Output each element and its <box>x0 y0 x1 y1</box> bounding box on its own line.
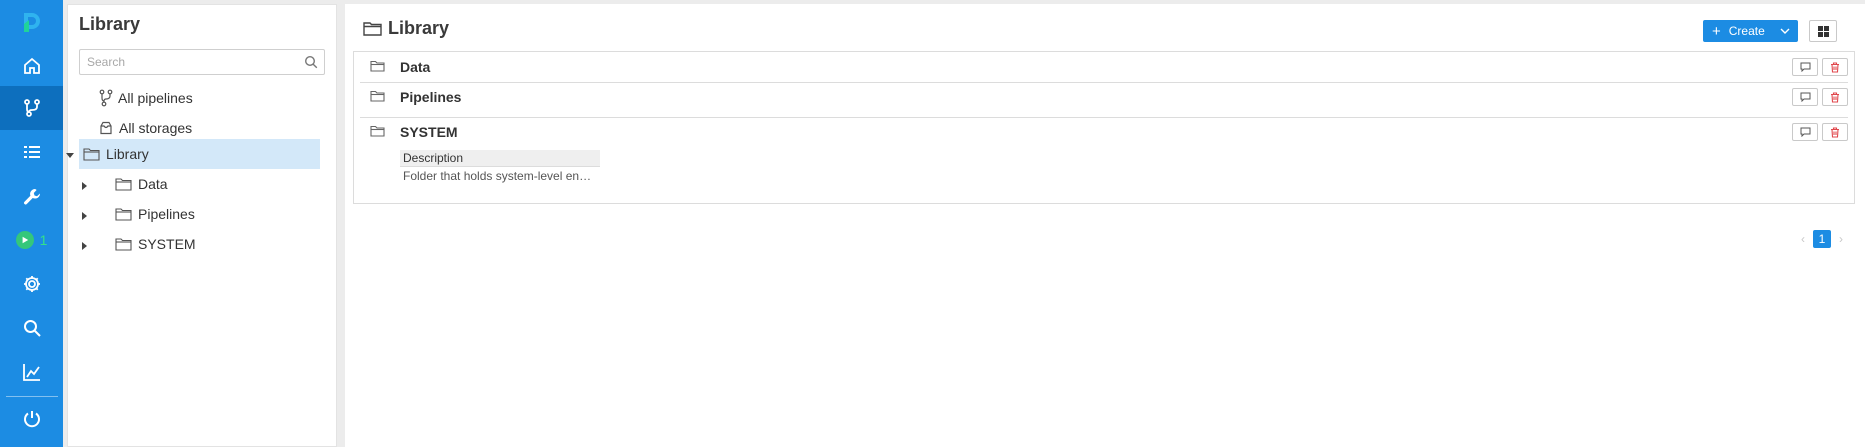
nav-rail: 1 <box>0 0 63 447</box>
storage-icon <box>100 121 112 135</box>
panel-resizer[interactable] <box>339 0 343 447</box>
tree-item-library[interactable]: Library <box>79 139 320 169</box>
page-1-button[interactable]: 1 <box>1813 230 1831 248</box>
comment-icon <box>1800 127 1810 137</box>
caret-down-icon <box>66 153 74 158</box>
folder-icon <box>370 60 385 72</box>
tree-search[interactable] <box>79 49 325 75</box>
page-title-text: Library <box>388 18 450 38</box>
power-icon <box>23 411 40 428</box>
tree-item-label: All pipelines <box>118 90 193 106</box>
tree-item-pipelines[interactable]: Pipelines <box>115 199 195 229</box>
nav-runs-list[interactable] <box>0 130 63 174</box>
active-runs-count: 1 <box>39 232 48 248</box>
search-icon <box>23 320 41 337</box>
next-page-button[interactable]: › <box>1839 232 1843 246</box>
folder-icon <box>370 125 385 137</box>
folder-icon <box>370 90 385 102</box>
item-name[interactable]: Pipelines <box>400 89 461 105</box>
tree-item-label: Pipelines <box>138 206 195 222</box>
metadata-value: Folder that holds system-level en… <box>403 169 592 183</box>
expand-caret-library[interactable] <box>65 151 75 161</box>
tree-item-label: Library <box>106 146 149 162</box>
tree-title: Library <box>79 14 141 34</box>
tree-item-label: All storages <box>119 120 193 136</box>
trash-icon <box>1831 126 1839 138</box>
prev-page-button[interactable]: ‹ <box>1801 232 1805 246</box>
folder-icon <box>83 148 100 161</box>
item-name[interactable]: Data <box>400 59 430 75</box>
caret-right-icon <box>82 182 87 190</box>
comment-icon <box>1800 62 1810 72</box>
gear-icon <box>23 276 40 292</box>
chevron-down-icon[interactable] <box>1780 26 1790 36</box>
folder-icon <box>115 178 132 191</box>
nav-home[interactable] <box>0 44 63 88</box>
pipelines-icon <box>99 89 113 107</box>
delete-button[interactable] <box>1822 58 1848 76</box>
delete-button[interactable] <box>1822 88 1848 106</box>
tree-search-input[interactable] <box>80 50 290 74</box>
app-logo <box>24 13 40 32</box>
page-title: Library <box>363 18 449 39</box>
delete-button[interactable] <box>1822 123 1848 141</box>
grid-icon <box>1817 25 1829 37</box>
wrench-icon <box>23 189 40 205</box>
caret-right-icon <box>82 242 87 250</box>
nav-active-runs[interactable]: 1 <box>0 218 63 262</box>
folder-contents-list: Data Pipelines SYSTEM Description Folder… <box>353 51 1855 204</box>
folder-icon <box>115 208 132 221</box>
tree-item-label: Data <box>138 176 168 192</box>
nav-settings[interactable] <box>0 262 63 306</box>
nav-pipelines[interactable] <box>0 86 63 130</box>
nav-tools[interactable] <box>0 175 63 219</box>
expand-caret-pipelines[interactable] <box>80 211 90 221</box>
comment-button[interactable] <box>1792 123 1818 141</box>
search-icon[interactable] <box>304 55 318 69</box>
list-item[interactable]: Pipelines <box>360 83 1848 112</box>
create-button[interactable]: + Create <box>1703 20 1798 42</box>
nav-search[interactable] <box>0 306 63 350</box>
item-metadata: Description Folder that holds system-lev… <box>400 150 600 185</box>
comment-button[interactable] <box>1792 58 1818 76</box>
expand-caret-system[interactable] <box>80 241 90 251</box>
tree-item-label: SYSTEM <box>138 236 196 252</box>
comment-icon <box>1800 92 1810 102</box>
caret-right-icon <box>82 212 87 220</box>
nav-logout[interactable] <box>0 396 63 442</box>
item-name[interactable]: SYSTEM <box>400 124 458 140</box>
pagination: ‹ 1 › <box>1801 230 1843 248</box>
tree-item-system[interactable]: SYSTEM <box>115 229 196 259</box>
list-icon <box>23 146 40 158</box>
main-panel: Library + Create Data Pipelines SYSTEM D… <box>345 4 1865 447</box>
trash-icon <box>1831 61 1839 73</box>
home-icon <box>23 57 40 74</box>
tree-item-all-pipelines[interactable]: All pipelines <box>99 83 193 113</box>
metadata-key: Description <box>400 150 600 167</box>
folder-icon <box>115 238 132 251</box>
comment-button[interactable] <box>1792 88 1818 106</box>
nav-billing-reports[interactable] <box>0 350 63 394</box>
expand-caret-data[interactable] <box>80 181 90 191</box>
toggle-view-button[interactable] <box>1809 20 1837 42</box>
chart-icon <box>22 364 40 381</box>
list-item[interactable]: Data <box>360 52 1848 82</box>
pipelines-icon <box>23 99 40 117</box>
library-tree-panel: Library All pipelines All storages Libra… <box>65 4 337 447</box>
tree-item-data[interactable]: Data <box>115 169 168 199</box>
trash-icon <box>1831 91 1839 103</box>
play-icon <box>15 231 34 249</box>
folder-icon <box>363 22 382 36</box>
list-item[interactable]: SYSTEM Description Folder that holds sys… <box>360 118 1848 198</box>
create-button-label: Create <box>1728 24 1765 38</box>
plus-icon: + <box>1712 22 1721 40</box>
